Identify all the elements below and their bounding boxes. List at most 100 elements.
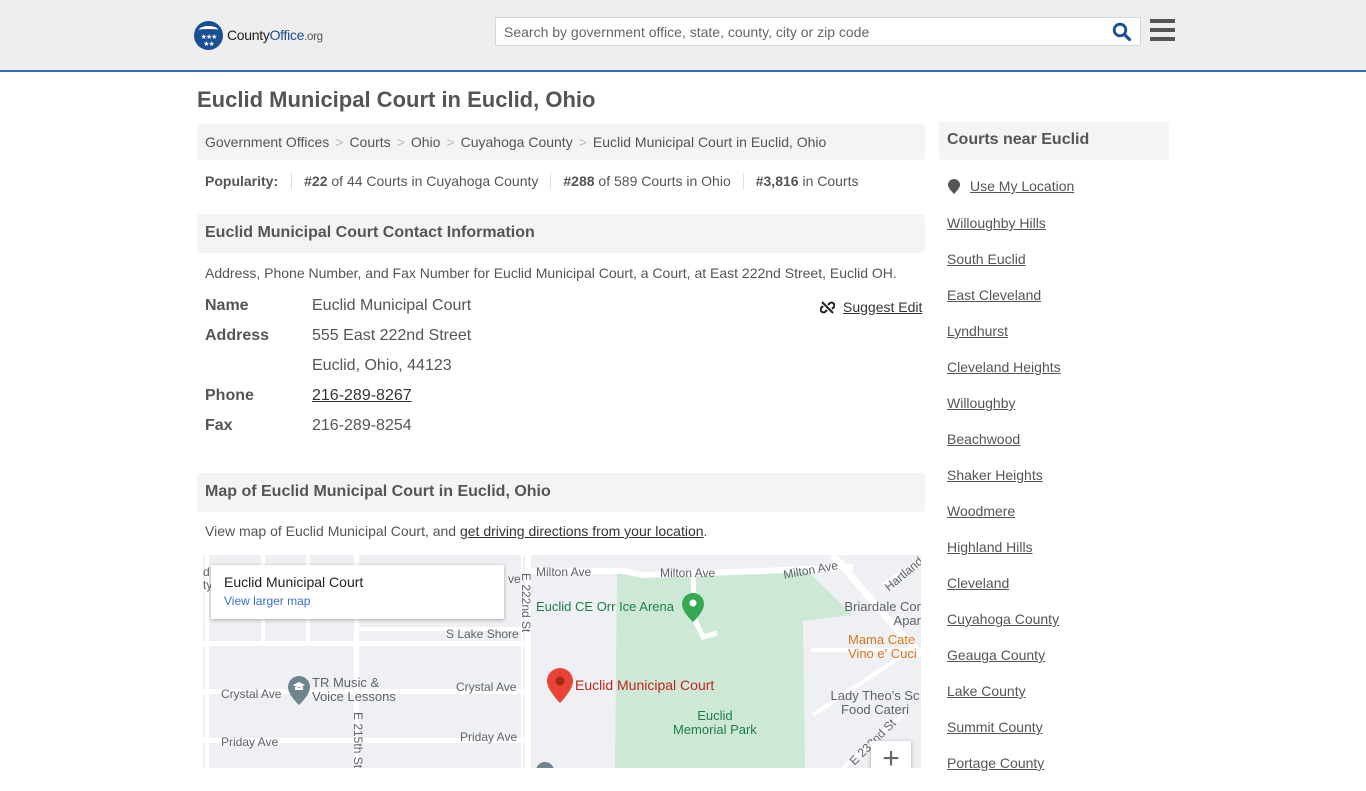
poi-tr-music[interactable]: TR Music & Voice Lessons [312, 676, 396, 704]
driving-directions-link[interactable]: get driving directions from your locatio… [460, 523, 704, 539]
nearby-link-willoughby-hills[interactable]: Willoughby Hills [947, 215, 1046, 231]
nearby-courts-list: Willoughby Hills South Euclid East Cleve… [947, 215, 1061, 791]
map-section-heading: Map of Euclid Municipal Court in Euclid,… [197, 473, 925, 512]
list-item: Cleveland [947, 575, 1061, 611]
list-item: Geauga County [947, 647, 1061, 683]
name-value: Euclid Municipal Court [312, 297, 472, 314]
list-item: Willoughby Hills [947, 215, 1061, 251]
map-label: Priday Ave [221, 735, 279, 749]
eagle-logo-icon: ★★★ ★★ [194, 20, 223, 50]
map-card-title: Euclid Municipal Court [224, 574, 364, 590]
poi-briardale[interactable]: Briardale Cor Apar [839, 600, 921, 628]
poi-ice-arena[interactable]: Euclid CE Orr Ice Arena [536, 599, 674, 614]
site-header: ★★★ ★★ CountyOffice.org [0, 0, 1366, 72]
map-description: View map of Euclid Municipal Court, and … [205, 523, 708, 539]
list-item: Lake County [947, 683, 1061, 719]
nearby-link-summit-county[interactable]: Summit County [947, 719, 1043, 735]
embedded-map[interactable]: d ty ve Milton Ave Milton Ave Milton Ave… [203, 555, 921, 768]
nearby-link-lake-county[interactable]: Lake County [947, 683, 1026, 699]
list-item: Lyndhurst [947, 323, 1061, 359]
nearby-link-woodmere[interactable]: Woodmere [947, 503, 1015, 519]
poi-memorial-park[interactable]: Euclid Memorial Park [673, 709, 757, 737]
phone-link[interactable]: 216-289-8267 [312, 387, 412, 404]
map-label: d [203, 565, 210, 579]
map-label: E 215th St [351, 712, 365, 768]
poi-lady-theos[interactable]: Lady Theo's Sc Food Cateri [829, 689, 921, 717]
popularity-label: Popularity: [205, 173, 279, 189]
use-my-location[interactable]: Use My Location [948, 178, 1074, 194]
nearby-link-lyndhurst[interactable]: Lyndhurst [947, 323, 1008, 339]
contact-section-heading: Euclid Municipal Court Contact Informati… [197, 214, 925, 253]
breadcrumb-separator: > [335, 134, 344, 150]
list-item: Beachwood [947, 431, 1061, 467]
breadcrumb-ohio[interactable]: Ohio [411, 134, 441, 150]
sidebar-heading: Courts near Euclid [939, 122, 1169, 160]
breadcrumb-courts[interactable]: Courts [349, 134, 390, 150]
contact-description: Address, Phone Number, and Fax Number fo… [205, 265, 897, 281]
fax-label: Fax [205, 417, 233, 434]
court-marker-icon [547, 668, 573, 703]
nearby-link-east-cleveland[interactable]: East Cleveland [947, 287, 1041, 303]
logo-text: CountyOffice.org [227, 27, 323, 43]
search-input[interactable] [496, 18, 1106, 45]
nearby-link-shaker-heights[interactable]: Shaker Heights [947, 467, 1043, 483]
poi-mama-cate[interactable]: Mama Cate Vino e' Cuci [848, 633, 921, 661]
popularity-national-rank: #3,816 in Courts [742, 173, 871, 189]
search-box [495, 17, 1141, 46]
nearby-link-cleveland[interactable]: Cleveland [947, 575, 1009, 591]
map-info-card: Euclid Municipal Court View larger map [211, 565, 504, 619]
list-item: Willoughby [947, 395, 1061, 431]
popularity-stats: Popularity: #22 of 44 Courts in Cuyahoga… [205, 173, 870, 189]
popularity-county-rank: #22 of 44 Courts in Cuyahoga County [291, 173, 550, 189]
nearby-link-cleveland-heights[interactable]: Cleveland Heights [947, 359, 1061, 375]
page-title: Euclid Municipal Court in Euclid, Ohio [197, 87, 596, 112]
breadcrumb-separator: > [446, 134, 455, 150]
breadcrumb-cuyahoga-county[interactable]: Cuyahoga County [461, 134, 573, 150]
address-label: Address [205, 327, 270, 344]
map-label: Crystal Ave [456, 680, 517, 694]
list-item: Shaker Heights [947, 467, 1061, 503]
view-larger-map-link[interactable]: View larger map [224, 594, 491, 608]
name-label: Name [205, 297, 249, 314]
suggest-edit[interactable]: Suggest Edit [820, 299, 922, 315]
list-item: Portage County [947, 755, 1061, 791]
site-logo[interactable]: ★★★ ★★ CountyOffice.org [194, 20, 323, 50]
search-icon[interactable] [1112, 22, 1132, 42]
poi-court-marker-label[interactable]: Euclid Municipal Court [575, 677, 714, 693]
list-item: Summit County [947, 719, 1061, 755]
nearby-link-highland-hills[interactable]: Highland Hills [947, 539, 1033, 555]
breadcrumb-current: Euclid Municipal Court in Euclid, Ohio [592, 134, 827, 150]
breadcrumb-separator: > [396, 134, 405, 150]
breadcrumb-separator: > [578, 134, 587, 150]
list-item: Cleveland Heights [947, 359, 1061, 395]
list-item: Cuyahoga County [947, 611, 1061, 647]
phone-label: Phone [205, 387, 254, 404]
fax-value: 216-289-8254 [312, 417, 412, 434]
map-label: E 222nd St [519, 573, 533, 633]
nearby-link-cuyahoga-county[interactable]: Cuyahoga County [947, 611, 1059, 627]
list-item: Woodmere [947, 503, 1061, 539]
hamburger-menu-icon[interactable] [1150, 19, 1175, 42]
nearby-link-willoughby[interactable]: Willoughby [947, 395, 1015, 411]
unlink-icon [820, 300, 835, 314]
breadcrumb-government-offices[interactable]: Government Offices [205, 134, 329, 150]
breadcrumb: Government Offices > Courts > Ohio > Cuyahoga … [197, 124, 925, 160]
park-area [615, 567, 853, 768]
address-line1: 555 East 222nd Street [312, 327, 472, 344]
list-item: South Euclid [947, 251, 1061, 287]
map-label: Milton Ave [536, 565, 592, 579]
school-marker-icon [288, 676, 310, 705]
list-item: Highland Hills [947, 539, 1061, 575]
nearby-link-south-euclid[interactable]: South Euclid [947, 251, 1026, 267]
map-label: Milton Ave [660, 566, 716, 580]
suggest-edit-link[interactable]: Suggest Edit [843, 299, 922, 315]
nearby-link-geauga-county[interactable]: Geauga County [947, 647, 1045, 663]
map-zoom-in-button[interactable]: + [871, 741, 911, 768]
list-item: East Cleveland [947, 287, 1061, 323]
use-my-location-link[interactable]: Use My Location [970, 178, 1074, 194]
location-pin-icon [948, 178, 960, 194]
nearby-link-portage-county[interactable]: Portage County [947, 755, 1044, 771]
popularity-state-rank: #288 of 589 Courts in Ohio [550, 173, 742, 189]
nearby-link-beachwood[interactable]: Beachwood [947, 431, 1020, 447]
map-label: Priday Ave [460, 730, 518, 744]
